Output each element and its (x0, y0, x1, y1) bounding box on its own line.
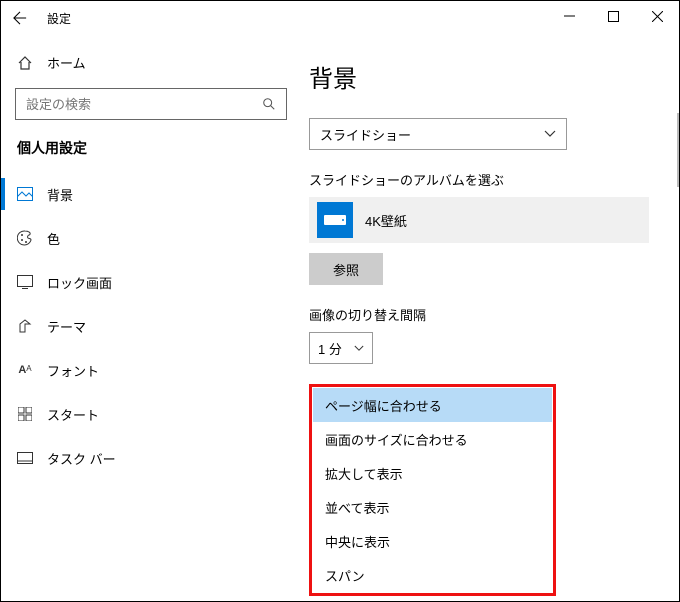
album-name: 4K壁紙 (365, 211, 407, 230)
fit-option[interactable]: スパン (313, 558, 552, 592)
taskbar-icon (17, 452, 33, 464)
background-type-select[interactable]: スライドショー (309, 118, 567, 150)
palette-icon (17, 230, 33, 246)
nav-label: フォント (47, 361, 99, 380)
album-box[interactable]: 4K壁紙 (309, 197, 649, 243)
fit-option[interactable]: ページ幅に合わせる (313, 388, 552, 422)
home-nav[interactable]: ホーム (1, 45, 301, 80)
titlebar: 設定 (1, 1, 679, 35)
fit-option[interactable]: 並べて表示 (313, 490, 552, 524)
window-title: 設定 (47, 10, 71, 27)
search-input[interactable] (26, 97, 276, 112)
nav-label: テーマ (47, 317, 86, 336)
start-icon (17, 407, 33, 421)
nav-label: ロック画面 (47, 273, 112, 292)
home-label: ホーム (47, 53, 86, 72)
album-label: スライドショーのアルバムを選ぶ (309, 170, 649, 189)
album-thumb (317, 202, 353, 238)
sidebar-item-taskbar[interactable]: タスク バー (1, 436, 301, 480)
interval-label: 画像の切り替え間隔 (309, 305, 649, 324)
chevron-down-icon (354, 345, 364, 352)
fit-option[interactable]: 拡大して表示 (313, 456, 552, 490)
sidebar-item-themes[interactable]: テーマ (1, 304, 301, 348)
fit-option[interactable]: 画面のサイズに合わせる (313, 422, 552, 456)
fit-option[interactable]: 中央に表示 (313, 524, 552, 558)
page-heading: 背景 (309, 59, 649, 94)
sidebar-item-fonts[interactable]: AA フォント (1, 348, 301, 392)
font-icon: AA (17, 364, 33, 376)
interval-value: 1 分 (318, 339, 342, 358)
sidebar-item-lockscreen[interactable]: ロック画面 (1, 260, 301, 304)
scrollbar[interactable] (677, 113, 679, 187)
nav-label: タスク バー (47, 449, 116, 468)
theme-icon (17, 318, 33, 334)
close-button[interactable] (635, 1, 679, 31)
nav-label: スタート (47, 405, 99, 424)
fit-dropdown: ページ幅に合わせる 画面のサイズに合わせる 拡大して表示 並べて表示 中央に表示… (309, 384, 556, 596)
sidebar-item-background[interactable]: 背景 (1, 172, 301, 216)
picture-icon (17, 187, 33, 201)
browse-button[interactable]: 参照 (309, 253, 383, 285)
nav-label: 色 (47, 229, 60, 248)
sidebar-item-start[interactable]: スタート (1, 392, 301, 436)
search-icon (262, 97, 276, 111)
nav-label: 背景 (47, 185, 73, 204)
interval-select[interactable]: 1 分 (309, 332, 373, 364)
home-icon (17, 55, 33, 71)
lockscreen-icon (17, 275, 33, 289)
sidebar: ホーム 個人用設定 背景 色 (1, 35, 301, 601)
select-value: スライドショー (320, 125, 411, 144)
minimize-button[interactable] (547, 1, 591, 31)
related-settings: 関連設定 (309, 598, 649, 601)
section-title: 個人用設定 (1, 138, 301, 172)
maximize-button[interactable] (591, 1, 635, 31)
main-panel: 背景 スライドショー スライドショーのアルバムを選ぶ 4K壁紙 参照 (301, 35, 679, 601)
sidebar-item-colors[interactable]: 色 (1, 216, 301, 260)
back-button[interactable] (5, 3, 35, 33)
search-box[interactable] (15, 88, 287, 120)
chevron-down-icon (544, 130, 556, 138)
